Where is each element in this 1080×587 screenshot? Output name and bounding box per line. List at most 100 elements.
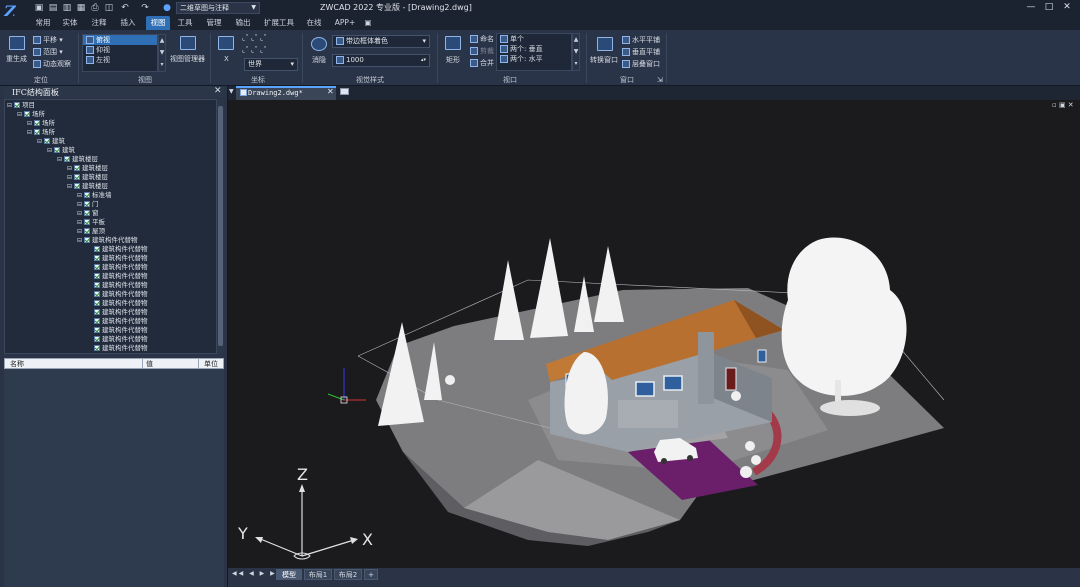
layout-tab-model[interactable]: 模型 xyxy=(276,569,302,580)
tab-online[interactable]: 在线 xyxy=(303,16,325,30)
expand-toggle-icon[interactable]: ⊟ xyxy=(27,128,34,137)
view-item-top[interactable]: 俯视 xyxy=(83,35,157,45)
add-layout-button[interactable]: + xyxy=(364,569,378,580)
expand-toggle-icon[interactable]: ⊟ xyxy=(57,155,64,164)
tree-node[interactable]: ⊟ 建筑楼层 xyxy=(67,182,108,191)
tree-checkbox[interactable] xyxy=(94,255,100,261)
tab-view[interactable]: 视图 xyxy=(146,16,170,30)
tab-annotate[interactable]: 注释 xyxy=(88,16,110,30)
viewport-config-single[interactable]: 单个 xyxy=(497,34,571,44)
tree-checkbox[interactable] xyxy=(94,327,100,333)
expand-toggle-icon[interactable]: ⊟ xyxy=(67,164,74,173)
tree-node[interactable]: 建筑构件代替物 xyxy=(87,326,148,335)
online-icon[interactable]: ● xyxy=(162,3,172,13)
expand-toggle-icon[interactable]: ⊟ xyxy=(37,137,44,146)
tree-node[interactable]: ⊟ 场所 xyxy=(27,128,55,137)
new-tab-icon[interactable] xyxy=(340,88,349,95)
tab-tools[interactable]: 工具 xyxy=(174,16,196,30)
new-file-icon[interactable]: ▤ xyxy=(48,3,58,13)
join-viewport-button[interactable]: 合并 xyxy=(470,58,494,68)
minimize-button[interactable]: — xyxy=(1024,1,1038,13)
expand-toggle-icon[interactable]: ⊟ xyxy=(67,173,74,182)
viewport-list-scroll[interactable]: ▲ ▼ ▾ xyxy=(572,33,580,71)
tree-node[interactable]: ⊟ 建筑 xyxy=(47,146,75,155)
tree-checkbox[interactable] xyxy=(84,192,90,198)
rect-viewport-button[interactable]: 矩形 xyxy=(446,55,460,65)
viewport-config-two-vertical[interactable]: 两个: 垂直 xyxy=(497,44,571,54)
tree-node[interactable]: 建筑构件代替物 xyxy=(87,263,148,272)
view-manager-button[interactable]: 视图管理器 xyxy=(170,54,205,64)
layout-tab-1[interactable]: 布局1 xyxy=(304,569,332,580)
expand-toggle-icon[interactable]: ⊟ xyxy=(77,200,84,209)
tree-checkbox[interactable] xyxy=(84,237,90,243)
visual-style-number-field[interactable]: 1000 ▴▾ xyxy=(332,54,430,67)
tree-node[interactable]: 建筑构件代替物 xyxy=(87,308,148,317)
tree-checkbox[interactable] xyxy=(24,111,30,117)
tree-node[interactable]: ⊟ 建筑构件代替物 xyxy=(77,236,138,245)
viewport-config-two-horizontal[interactable]: 两个: 水平 xyxy=(497,54,571,64)
tree-node[interactable]: 建筑构件代替物 xyxy=(87,335,148,344)
tree-scrollbar-thumb[interactable] xyxy=(218,106,223,346)
tree-node[interactable]: ⊟ 建筑楼层 xyxy=(57,155,98,164)
open-folder-icon[interactable]: ▥ xyxy=(62,3,72,13)
expand-toggle-icon[interactable]: ⊟ xyxy=(77,218,84,227)
tree-node[interactable]: ⊟ 场所 xyxy=(17,110,45,119)
tree-checkbox[interactable] xyxy=(94,300,100,306)
ucs-x-button[interactable]: X xyxy=(224,55,229,63)
tree-checkbox[interactable] xyxy=(94,318,100,324)
tree-checkbox[interactable] xyxy=(34,129,40,135)
orbit-button[interactable]: 动态观察 xyxy=(33,59,71,69)
expand-toggle-icon[interactable]: ⊟ xyxy=(77,236,84,245)
view-item-bottom[interactable]: 仰视 xyxy=(83,45,157,55)
tree-node[interactable]: 建筑构件代替物 xyxy=(87,290,148,299)
hide-button[interactable]: 消隐 xyxy=(312,55,326,65)
cascade-button[interactable]: 层叠窗口 xyxy=(622,59,660,69)
save-icon[interactable]: ▣ xyxy=(34,3,44,13)
tree-checkbox[interactable] xyxy=(94,273,100,279)
tree-node[interactable]: 建筑构件代替物 xyxy=(87,272,148,281)
expand-toggle-icon[interactable]: ⊟ xyxy=(77,191,84,200)
clip-viewport-button[interactable]: 剪裁 xyxy=(470,46,494,56)
range-button[interactable]: 范围 ▾ xyxy=(33,47,63,57)
tab-app-plus[interactable]: APP+ xyxy=(332,16,358,30)
close-icon[interactable]: ✕ xyxy=(214,86,222,96)
tree-node[interactable]: ⊟ 屋顶 xyxy=(77,227,105,236)
layout-tab-2[interactable]: 布局2 xyxy=(334,569,362,580)
tile-horizontal-button[interactable]: 水平平铺 xyxy=(622,35,660,45)
expand-toggle-icon[interactable]: ⊟ xyxy=(77,227,84,236)
tree-checkbox[interactable] xyxy=(74,174,80,180)
tree-checkbox[interactable] xyxy=(84,219,90,225)
tab-menu-icon[interactable]: ▼ xyxy=(229,88,234,95)
regen-icon[interactable] xyxy=(9,36,25,50)
ucs-world-select[interactable]: 世界 ▾ xyxy=(244,58,298,71)
tree-checkbox[interactable] xyxy=(94,282,100,288)
tab-home[interactable]: 常用 xyxy=(32,16,54,30)
tree-checkbox[interactable] xyxy=(74,183,80,189)
rect-viewport-icon[interactable] xyxy=(445,36,461,50)
expand-toggle-icon[interactable]: ⊟ xyxy=(77,209,84,218)
workspace-select[interactable]: 二维草图与注释 ▼ xyxy=(176,2,260,14)
regen-button[interactable]: 重生成 xyxy=(6,54,27,64)
tree-checkbox[interactable] xyxy=(44,138,50,144)
tree-node[interactable]: ⊟ 项目 xyxy=(7,101,35,110)
tree-checkbox[interactable] xyxy=(94,264,100,270)
expand-toggle-icon[interactable]: ⊟ xyxy=(47,146,54,155)
expand-toggle-icon[interactable]: ⊟ xyxy=(27,119,34,128)
tree-checkbox[interactable] xyxy=(94,291,100,297)
column-name[interactable]: 名称 xyxy=(10,359,24,369)
tree-node[interactable]: ⊟ 门 xyxy=(77,200,99,209)
column-unit[interactable]: 单位 xyxy=(204,359,218,369)
tree-node[interactable]: ⊟ 建筑 xyxy=(37,137,65,146)
tree-node[interactable]: 建筑构件代替物 xyxy=(87,254,148,263)
view-list-scroll[interactable]: ▲ ▼ ▾ xyxy=(158,34,166,72)
tree-node[interactable]: 建筑构件代替物 xyxy=(87,245,148,254)
ucs-tools-row-1[interactable]: ⌞˟ ⌞˟ ⌞˟ xyxy=(242,34,267,42)
tile-vertical-button[interactable]: 垂直平铺 xyxy=(622,47,660,57)
viewport-config-list[interactable]: 单个 两个: 垂直 两个: 水平 xyxy=(496,33,572,71)
tree-checkbox[interactable] xyxy=(84,228,90,234)
tree-node[interactable]: ⊟ 场所 xyxy=(27,119,55,128)
ucs-icon[interactable] xyxy=(218,36,234,50)
close-button[interactable]: ✕ xyxy=(1060,1,1074,13)
tree-checkbox[interactable] xyxy=(84,210,90,216)
hide-icon[interactable] xyxy=(311,37,327,51)
